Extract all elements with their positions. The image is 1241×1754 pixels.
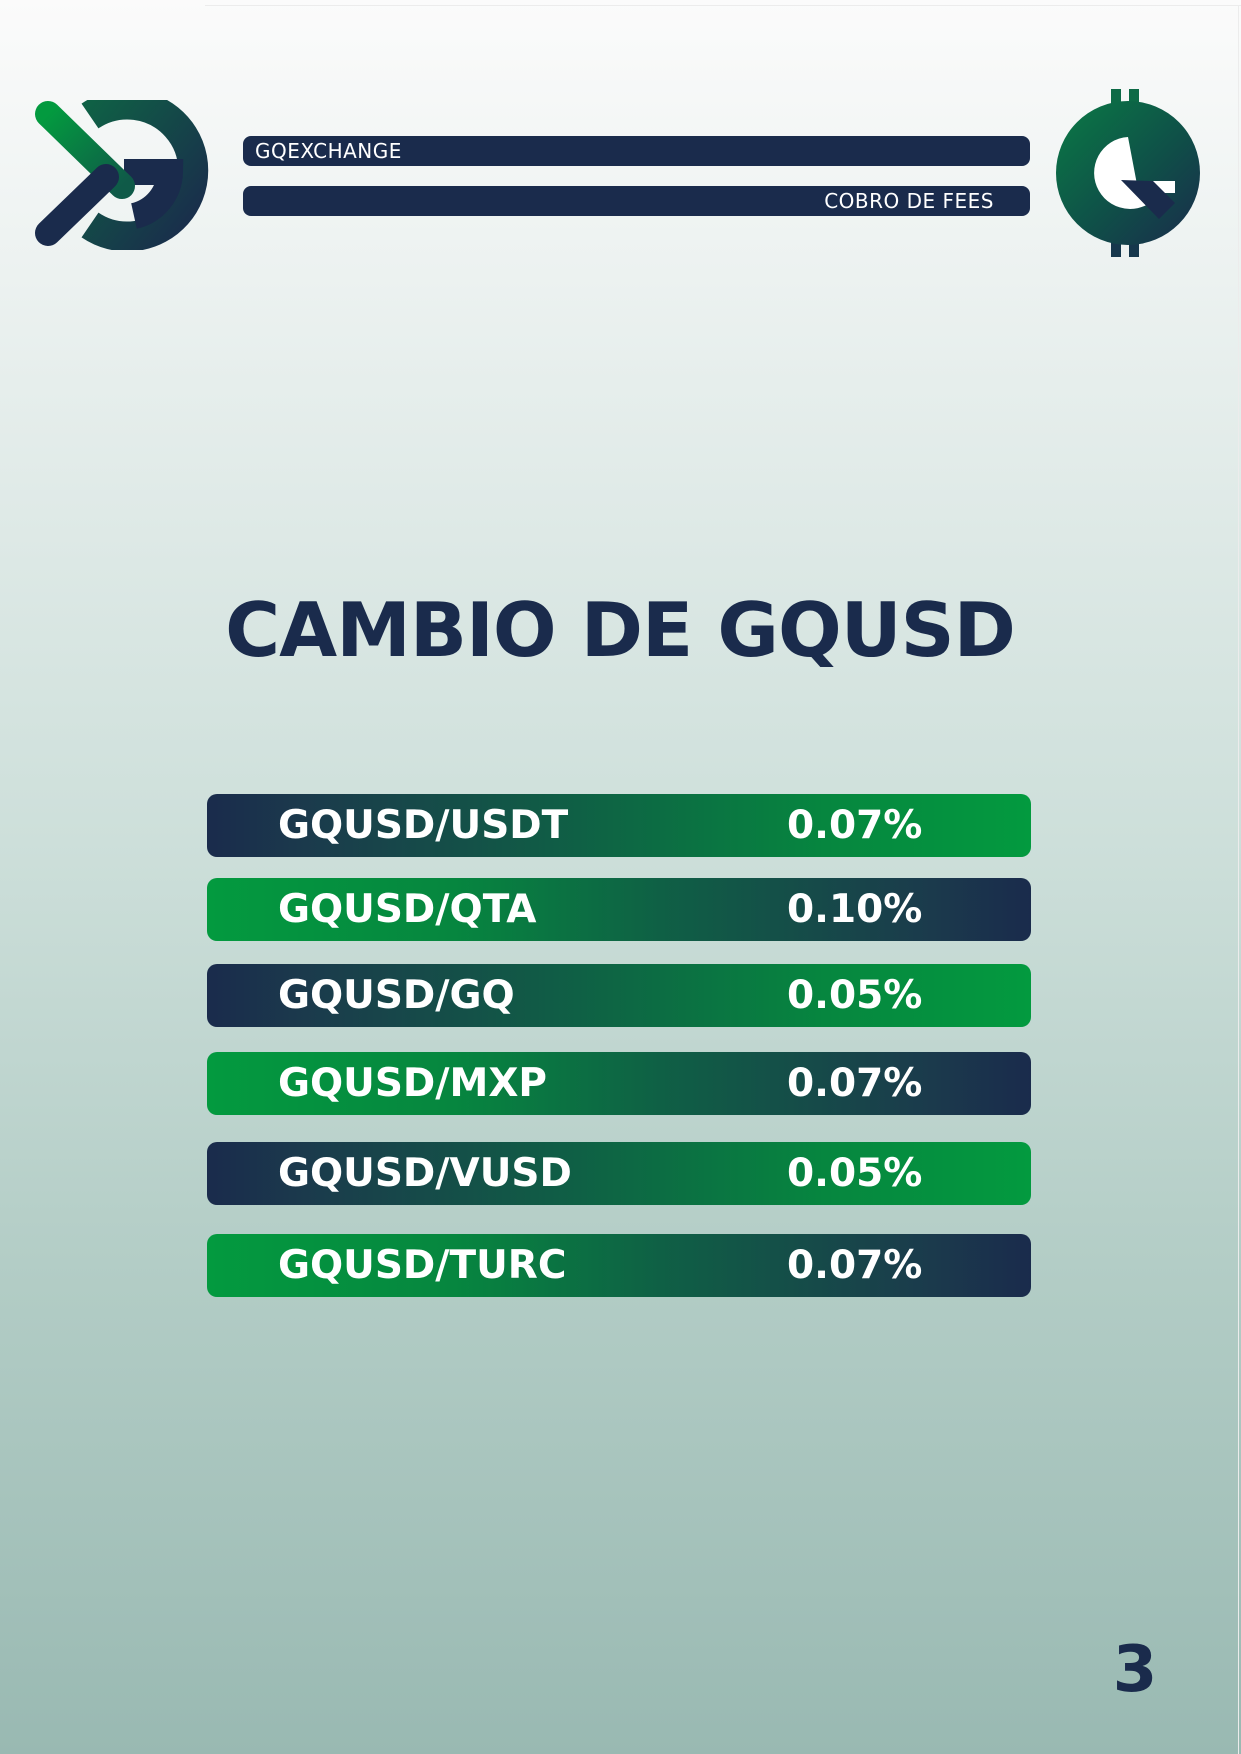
fee-row: GQUSD/VUSD 0.05%	[207, 1142, 1031, 1205]
fee-value: 0.05%	[787, 973, 923, 1018]
fee-value: 0.07%	[787, 1243, 923, 1288]
fee-value: 0.07%	[787, 1061, 923, 1106]
page-number: 3	[1112, 1633, 1158, 1707]
gq-exchange-logo-icon	[34, 89, 214, 252]
page-title: CAMBIO DE GQUSD	[225, 586, 1016, 674]
fee-value: 0.05%	[787, 1151, 923, 1196]
fee-row: GQUSD/TURC 0.07%	[207, 1234, 1031, 1297]
fee-row: GQUSD/USDT 0.07%	[207, 794, 1031, 857]
brand-label: GQEXCHANGE	[243, 136, 1030, 166]
fee-value: 0.07%	[787, 803, 923, 848]
fee-row: GQUSD/QTA 0.10%	[207, 878, 1031, 941]
pair-label: GQUSD/TURC	[278, 1243, 567, 1288]
fee-row: GQUSD/GQ 0.05%	[207, 964, 1031, 1027]
pair-label: GQUSD/MXP	[278, 1061, 548, 1106]
page-top-border	[205, 5, 1241, 6]
pair-label: GQUSD/VUSD	[278, 1151, 572, 1196]
pair-label: GQUSD/USDT	[278, 803, 569, 848]
pair-label: GQUSD/GQ	[278, 973, 515, 1018]
pair-label: GQUSD/QTA	[278, 887, 537, 932]
subtitle-label: COBRO DE FEES	[243, 186, 1030, 216]
fee-row: GQUSD/MXP 0.07%	[207, 1052, 1031, 1115]
gq-coin-dollar-icon	[1055, 85, 1205, 260]
page-right-border	[1238, 5, 1239, 1754]
fee-value: 0.10%	[787, 887, 923, 932]
